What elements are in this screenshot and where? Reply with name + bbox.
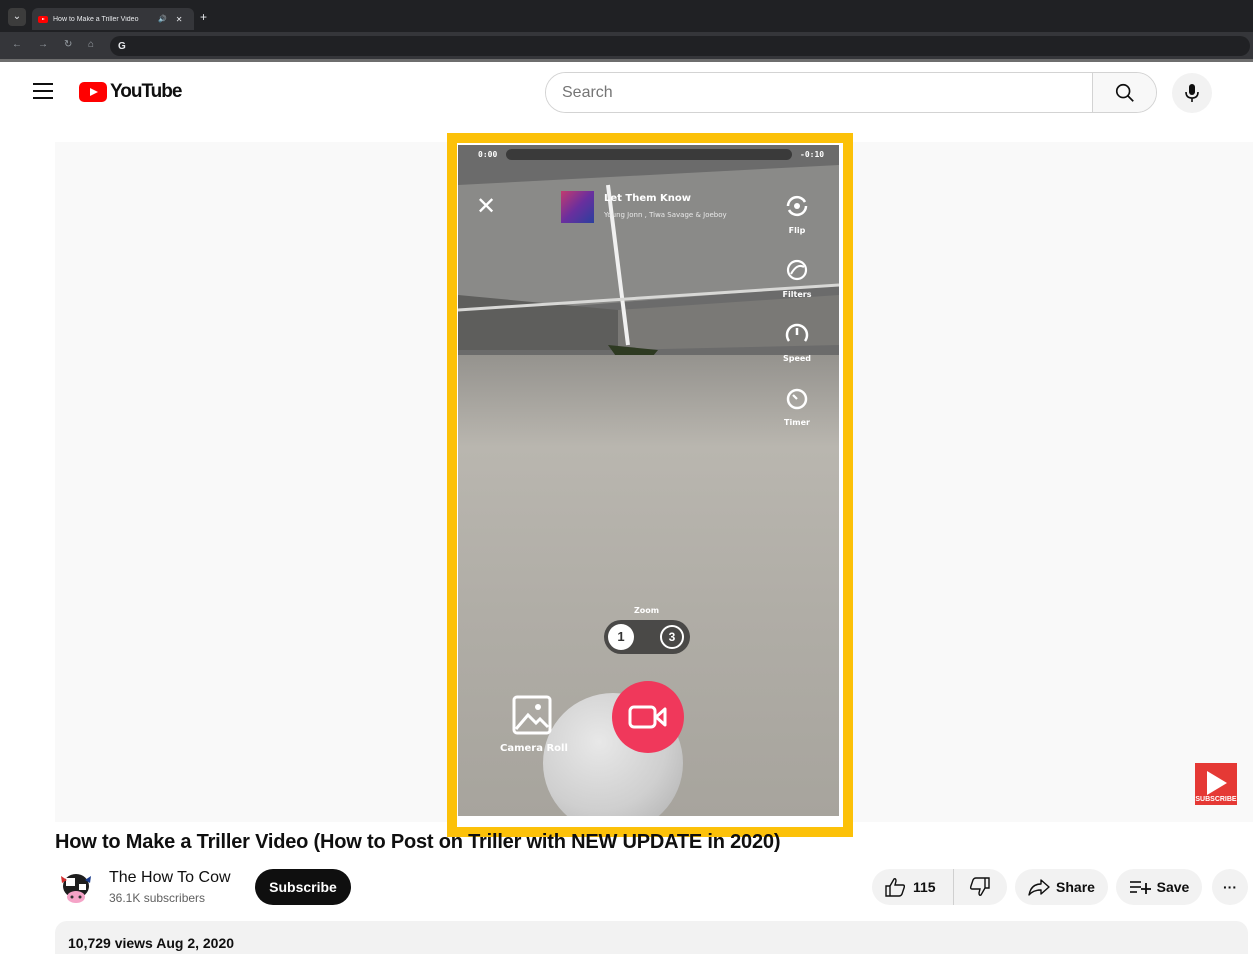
filters-label: Filters — [782, 290, 812, 299]
search-input[interactable] — [546, 73, 1092, 112]
tab-close-icon[interactable]: ✕ — [176, 15, 183, 24]
tab-search-button[interactable]: ⌄ — [8, 8, 26, 26]
song-album-art — [561, 191, 594, 223]
youtube-play-logo-icon — [79, 82, 107, 102]
time-remaining: -0:10 — [800, 150, 825, 159]
filters-button[interactable]: Filters — [776, 257, 818, 299]
timer-icon — [786, 388, 808, 410]
forward-icon[interactable]: → — [38, 39, 48, 50]
camera-roll-label: Camera Roll — [500, 743, 568, 754]
flip-button[interactable]: Flip — [776, 193, 818, 235]
new-tab-button[interactable]: + — [200, 10, 207, 24]
save-label: Save — [1156, 879, 1190, 895]
camera-roll-icon[interactable] — [512, 695, 552, 735]
browser-tab[interactable]: How to Make a Triller Video 🔊 ✕ — [32, 8, 194, 30]
channel-name[interactable]: The How To Cow — [109, 869, 231, 887]
zoom-option-3[interactable]: 3 — [660, 625, 684, 649]
song-title: Let Them Know — [604, 193, 692, 204]
speed-button[interactable]: Speed — [776, 321, 818, 363]
menu-icon[interactable] — [33, 83, 53, 99]
song-artist: Young Jonn , Tiwa Savage & Joeboy — [604, 211, 727, 219]
views-and-date: 10,729 views Aug 2, 2020 — [68, 935, 235, 951]
close-icon[interactable]: ✕ — [476, 195, 496, 219]
youtube-logo[interactable]: YouTube — [79, 81, 182, 103]
like-button[interactable]: 115 — [872, 869, 954, 905]
tab-title: How to Make a Triller Video — [53, 15, 139, 23]
channel-avatar[interactable] — [55, 866, 97, 908]
cow-avatar-icon — [55, 866, 97, 908]
audio-playing-icon[interactable]: 🔊 — [158, 15, 167, 23]
add-to-playlist-icon — [1129, 881, 1151, 894]
back-icon[interactable]: ← — [12, 39, 22, 50]
dislike-button[interactable] — [954, 877, 1006, 897]
timer-label: Timer — [784, 418, 810, 427]
share-button[interactable]: Share — [1015, 869, 1108, 905]
microphone-icon — [1185, 84, 1199, 102]
video-camera-icon — [628, 705, 667, 729]
thumbs-up-icon — [885, 878, 906, 897]
like-dislike-group: 115 — [872, 869, 1007, 905]
zoom-toggle[interactable]: 1 3 — [604, 620, 690, 654]
subscribe-button[interactable]: Subscribe — [255, 869, 351, 905]
speed-icon — [785, 323, 809, 342]
record-button[interactable] — [612, 681, 684, 753]
subscriber-count: 36.1K subscribers — [109, 891, 206, 905]
youtube-wordmark: YouTube — [110, 81, 182, 102]
save-button[interactable]: Save — [1116, 869, 1202, 905]
search-icon — [1115, 83, 1134, 102]
subscribe-watermark[interactable]: SUBSCRIBE — [1195, 763, 1237, 805]
timer-button[interactable]: Timer — [776, 385, 818, 427]
zoom-option-1[interactable]: 1 — [608, 624, 634, 650]
video-frame[interactable]: 0:00 -0:10 ✕ Let Them Know Young Jonn , … — [458, 145, 839, 816]
play-icon — [1207, 771, 1227, 795]
browser-tab-bar: ⌄ How to Make a Triller Video 🔊 ✕ + — [0, 0, 1253, 32]
reload-icon[interactable]: ↻ — [64, 39, 72, 50]
filters-icon — [786, 259, 808, 281]
video-title: How to Make a Triller Video (How to Post… — [55, 831, 781, 853]
speed-label: Speed — [782, 354, 812, 363]
description-box[interactable]: 10,729 views Aug 2, 2020 — [55, 921, 1248, 954]
zoom-label: Zoom — [634, 606, 660, 615]
thumbs-down-icon — [969, 877, 990, 896]
more-actions-button[interactable]: ··· — [1212, 869, 1248, 905]
google-g-icon: G — [118, 40, 126, 52]
time-elapsed: 0:00 — [478, 150, 498, 159]
recording-progress-bar — [506, 149, 792, 160]
more-icon: ··· — [1223, 879, 1237, 895]
like-count: 115 — [913, 879, 936, 895]
watermark-text: SUBSCRIBE — [1195, 796, 1237, 803]
voice-search-button[interactable] — [1172, 73, 1212, 113]
flip-camera-icon — [786, 195, 808, 217]
share-icon — [1028, 879, 1050, 896]
search-button[interactable] — [1092, 73, 1156, 112]
youtube-favicon-icon — [38, 15, 48, 23]
browser-nav-bar: ← → ↻ ⌂ G — [0, 32, 1253, 62]
address-bar[interactable]: G — [110, 36, 1250, 56]
youtube-header: YouTube — [0, 64, 1253, 122]
search-box — [545, 72, 1157, 113]
flip-label: Flip — [788, 226, 806, 235]
share-label: Share — [1056, 879, 1095, 895]
home-icon[interactable]: ⌂ — [88, 39, 94, 50]
